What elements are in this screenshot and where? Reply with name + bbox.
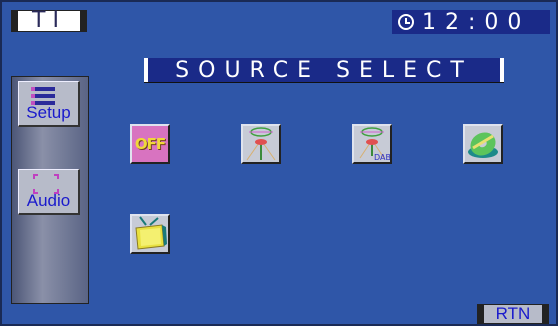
source-cd-button[interactable] bbox=[463, 124, 503, 164]
source-tuner-button[interactable] bbox=[241, 124, 281, 164]
return-button[interactable]: RTN bbox=[477, 304, 549, 324]
source-off-button[interactable]: OFF bbox=[130, 124, 170, 164]
clock-icon bbox=[398, 14, 414, 30]
setup-label: Setup bbox=[26, 103, 71, 122]
radio-tuner-icon bbox=[246, 127, 276, 161]
return-label: RTN bbox=[495, 304, 531, 323]
setup-button[interactable]: Setup bbox=[18, 81, 80, 127]
sidebar: Setup Audio bbox=[11, 76, 89, 304]
clock-time: 12:00 bbox=[422, 9, 531, 35]
tv-icon bbox=[135, 216, 167, 250]
dab-text: DAB bbox=[374, 153, 390, 162]
ti-button[interactable]: TI bbox=[11, 10, 87, 32]
page-title: SOURCE SELECT bbox=[144, 58, 504, 83]
audio-button[interactable]: Audio bbox=[18, 169, 80, 215]
disc-icon bbox=[468, 132, 498, 158]
source-dab-button[interactable]: DAB bbox=[352, 124, 392, 164]
off-icon: OFF bbox=[134, 135, 166, 153]
ti-right-bar bbox=[80, 11, 86, 31]
source-tv-button[interactable] bbox=[130, 214, 170, 254]
audio-label: Audio bbox=[26, 191, 71, 210]
page-title-text: SOURCE SELECT bbox=[175, 57, 473, 83]
clock-display: 12:00 bbox=[392, 9, 550, 35]
return-right-bar bbox=[542, 305, 548, 323]
ti-label: TI bbox=[32, 8, 66, 33]
dab-tuner-icon: DAB bbox=[359, 127, 391, 162]
screen: TI 12:00 SOURCE SELECT Setup Audio OFF D… bbox=[0, 0, 558, 326]
